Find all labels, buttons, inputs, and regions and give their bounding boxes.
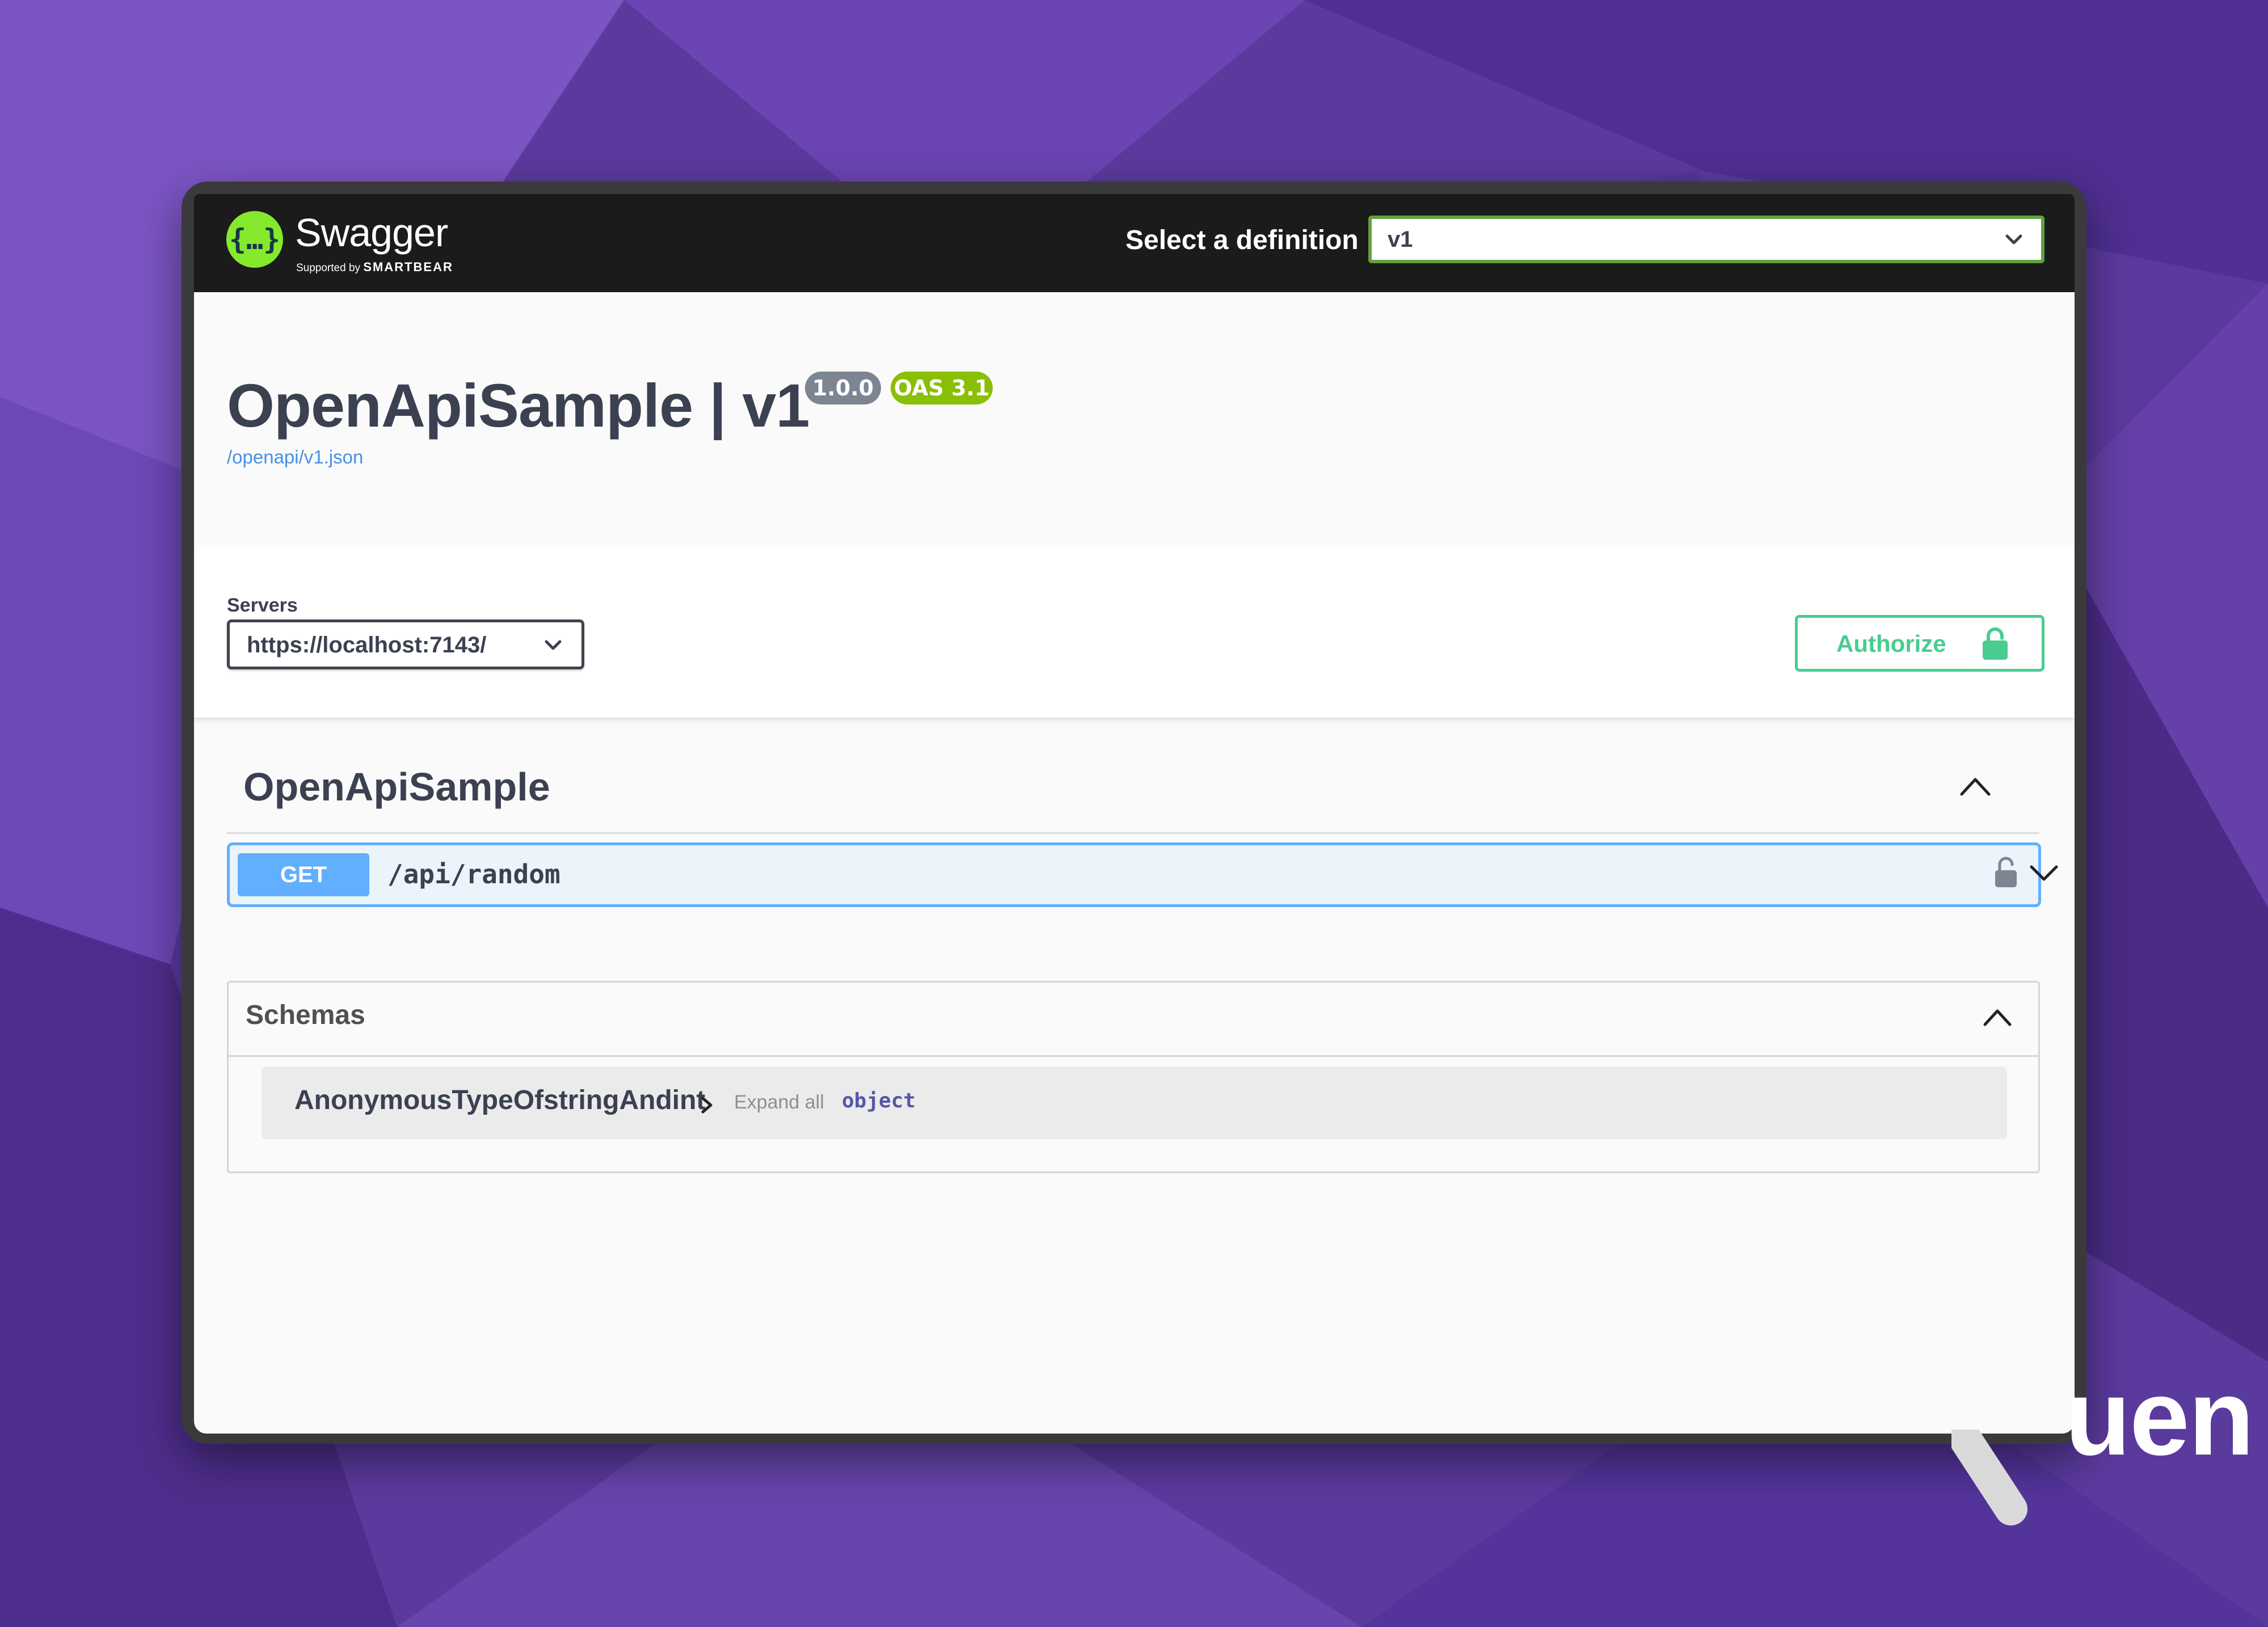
background-logo-text: uen <box>2065 1358 2254 1478</box>
model-name[interactable]: AnonymousTypeOfstringAndint <box>294 1085 705 1116</box>
swagger-logo-icon[interactable]: {…} <box>226 211 283 268</box>
chevron-right-icon[interactable] <box>698 1094 715 1116</box>
page-title: OpenApiSample | v1 <box>227 371 810 440</box>
smartbear-text: SMARTBEAR <box>363 260 453 274</box>
chevron-down-icon <box>2005 234 2022 245</box>
chevron-down-icon <box>545 640 562 650</box>
schemas-title[interactable]: Schemas <box>246 1000 365 1031</box>
chevron-up-icon[interactable] <box>1982 1005 2013 1030</box>
lock-icon <box>1983 627 2008 660</box>
definition-select[interactable]: v1 <box>1368 216 2044 263</box>
definition-label: Select a definition <box>1125 225 1359 255</box>
supported-by-text: Supported by <box>296 262 361 274</box>
expand-all-link[interactable]: Expand all <box>734 1091 824 1114</box>
schemas-section: Schemas AnonymousTypeOfstringAndint Expa… <box>227 981 2040 1173</box>
servers-select-value: https://localhost:7143/ <box>247 633 487 657</box>
authorize-label: Authorize <box>1836 630 1946 657</box>
version-badge: 1.0.0 <box>805 372 881 404</box>
tag-divider <box>227 832 2039 834</box>
unlock-icon[interactable] <box>1994 857 2018 888</box>
brand-tagline: Supported by SMARTBEAR <box>296 260 453 275</box>
servers-select[interactable]: https://localhost:7143/ <box>227 619 584 669</box>
model-type: object <box>842 1089 916 1112</box>
schemas-divider <box>229 1055 2038 1057</box>
topbar: {…} Swagger Supported by SMARTBEAR Selec… <box>194 194 2075 292</box>
swagger-ui-page: {…} Swagger Supported by SMARTBEAR Selec… <box>194 194 2075 1434</box>
chevron-down-icon[interactable] <box>2028 861 2060 884</box>
operation-path: /api/random <box>387 859 560 890</box>
chevron-up-icon[interactable] <box>1958 773 1992 801</box>
method-badge: GET <box>238 853 369 896</box>
info-section: OpenApiSample | v1 1.0.0 OAS 3.1 /openap… <box>194 292 2075 545</box>
servers-label: Servers <box>227 595 298 616</box>
oas-badge: OAS 3.1 <box>891 372 993 404</box>
tag-title[interactable]: OpenApiSample <box>243 764 550 810</box>
brand-name: Swagger <box>295 210 448 255</box>
operation-get-api-random[interactable]: GET /api/random <box>227 842 2058 907</box>
model-container[interactable]: AnonymousTypeOfstringAndint Expand all o… <box>262 1067 2007 1139</box>
spec-link[interactable]: /openapi/v1.json <box>227 446 363 468</box>
authorize-button[interactable]: Authorize <box>1795 615 2044 672</box>
magnifier-handle-icon <box>1951 1430 2027 1525</box>
scheme-container: Servers https://localhost:7143/ Authoriz… <box>194 545 2075 718</box>
definition-select-value: v1 <box>1388 227 1413 252</box>
